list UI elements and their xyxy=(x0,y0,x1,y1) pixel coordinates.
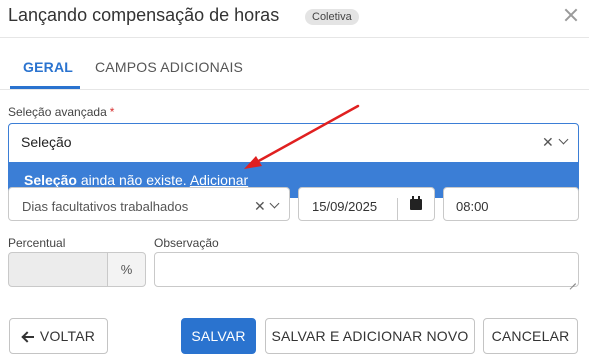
time-field-value[interactable]: 08:00 xyxy=(456,199,489,214)
chevron-down-icon[interactable] xyxy=(269,198,280,209)
back-button[interactable]: VOLTAR xyxy=(9,318,108,354)
cancel-button[interactable]: CANCELAR xyxy=(483,318,578,354)
time-field[interactable]: 08:00 xyxy=(443,187,579,221)
observacao-textarea[interactable] xyxy=(154,252,579,287)
active-tab-indicator xyxy=(10,86,80,89)
dropdown-option-message: ainda não existe. xyxy=(76,172,190,188)
clear-selection-icon[interactable]: ✕ xyxy=(542,134,554,151)
percent-suffix: % xyxy=(107,252,146,287)
back-button-label: VOLTAR xyxy=(39,328,96,344)
add-new-link[interactable]: Adicionar xyxy=(190,172,248,188)
observacao-label: Observação xyxy=(154,236,219,250)
type-select[interactable]: Dias facultativos trabalhados ✕ xyxy=(8,187,290,221)
calendar-icon[interactable] xyxy=(410,196,422,210)
tab-campos-adicionais[interactable]: CAMPOS ADICIONAIS xyxy=(95,59,243,75)
save-button[interactable]: SALVAR xyxy=(181,318,256,354)
percentual-label: Percentual xyxy=(8,236,66,250)
modal-title: Lançando compensação de horas xyxy=(8,5,280,25)
chevron-down-icon[interactable] xyxy=(558,134,569,145)
dropdown-option-term: Seleção xyxy=(24,172,77,188)
dropdown-option-text: Seleção ainda não existe. Adicionar xyxy=(24,172,248,188)
advanced-selection-input-value[interactable]: Seleção xyxy=(21,134,72,150)
save-and-add-new-button[interactable]: SALVAR E ADICIONAR NOVO xyxy=(265,318,475,354)
type-select-value: Dias facultativos trabalhados xyxy=(22,199,189,214)
clear-type-icon[interactable]: ✕ xyxy=(254,198,266,215)
close-icon[interactable] xyxy=(561,5,581,25)
advanced-selection-label-text: Seleção avançada xyxy=(8,105,107,119)
advanced-selection-label: Seleção avançada * xyxy=(8,105,114,119)
resize-handle-icon[interactable] xyxy=(568,276,576,284)
calendar-button[interactable] xyxy=(397,196,434,220)
percentual-input[interactable] xyxy=(8,252,108,287)
advanced-selection-select[interactable]: Seleção ✕ xyxy=(8,123,579,163)
required-marker: * xyxy=(109,105,115,119)
modal-header: Lançando compensação de horas Coletiva xyxy=(0,0,589,38)
arrow-left-icon xyxy=(22,332,34,342)
collective-badge: Coletiva xyxy=(305,9,359,25)
date-field-value[interactable]: 15/09/2025 xyxy=(312,199,377,214)
tab-bar: GERAL CAMPOS ADICIONAIS xyxy=(0,46,589,90)
tab-geral[interactable]: GERAL xyxy=(23,59,73,75)
